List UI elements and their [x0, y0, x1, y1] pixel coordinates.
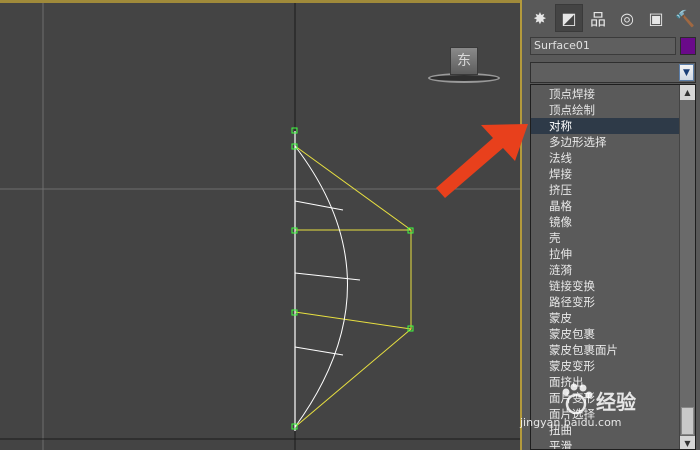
red-arrow-annotation	[436, 124, 528, 198]
red-arrow-icon	[436, 124, 528, 198]
annotation-layer	[436, 124, 528, 198]
